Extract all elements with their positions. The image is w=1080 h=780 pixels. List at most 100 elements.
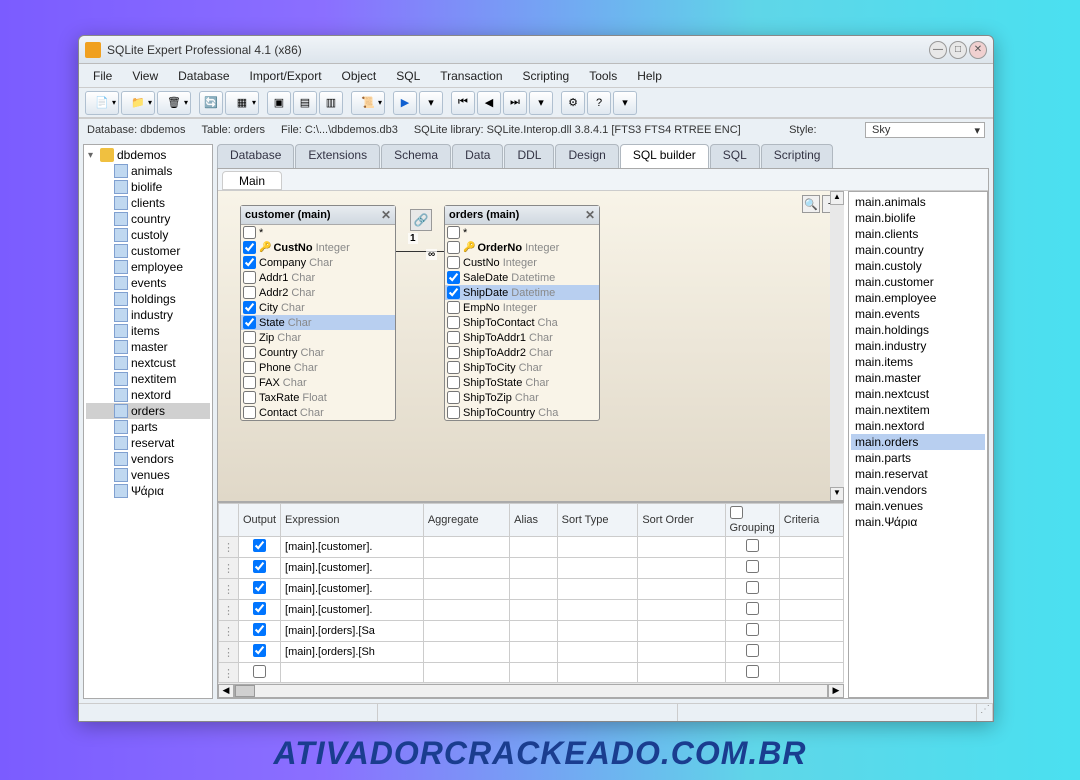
grid-row[interactable]: ⋮[main].[customer]. <box>219 537 844 558</box>
field-checkbox[interactable] <box>243 241 256 254</box>
horizontal-scrollbar[interactable]: ◀ ▶ <box>218 682 844 698</box>
zoom-button[interactable]: 🔍 <box>802 195 820 213</box>
criteria-cell[interactable] <box>779 537 843 558</box>
table-list-item[interactable]: main.clients <box>851 226 985 242</box>
row-handle[interactable]: ⋮ <box>219 600 239 621</box>
tree-item-nextcust[interactable]: nextcust <box>86 355 210 371</box>
tree-item-events[interactable]: events <box>86 275 210 291</box>
aggregate-cell[interactable] <box>423 621 509 642</box>
tree-panel[interactable]: ▾dbdemosanimalsbiolifeclientscountrycust… <box>83 144 213 699</box>
field-checkbox[interactable] <box>447 316 460 329</box>
scroll-up-icon[interactable]: ▲ <box>830 191 844 205</box>
table-box-orders[interactable]: orders (main) ✕ *🔑OrderNoIntegerCustNoIn… <box>444 205 600 421</box>
grouping-checkbox[interactable] <box>746 539 759 552</box>
field-row-*[interactable]: * <box>241 225 395 240</box>
menu-view[interactable]: View <box>122 66 168 86</box>
execute-button[interactable]: ▶ <box>393 91 417 115</box>
table-box-header[interactable]: orders (main) ✕ <box>445 206 599 225</box>
table-list-item[interactable]: main.parts <box>851 450 985 466</box>
grid-row[interactable]: ⋮ [main].[customer]. <box>219 579 844 600</box>
tree-item-master[interactable]: master <box>86 339 210 355</box>
table-list-item[interactable]: main.employee <box>851 290 985 306</box>
criteria-cell[interactable] <box>779 663 843 683</box>
criteria-cell[interactable] <box>779 621 843 642</box>
menu-tools[interactable]: Tools <box>579 66 627 86</box>
menu-importexport[interactable]: Import/Export <box>240 66 332 86</box>
tree-item-items[interactable]: items <box>86 323 210 339</box>
tree-item-reservat[interactable]: reservat <box>86 435 210 451</box>
menu-database[interactable]: Database <box>168 66 239 86</box>
tree-item-venues[interactable]: venues <box>86 467 210 483</box>
expr-cell[interactable] <box>281 663 424 683</box>
row-handle[interactable]: ⋮ <box>219 579 239 600</box>
output-checkbox[interactable] <box>253 644 266 657</box>
tree-item-employee[interactable]: employee <box>86 259 210 275</box>
grid-col-aggregate[interactable]: Aggregate <box>423 504 509 537</box>
tree-item-holdings[interactable]: holdings <box>86 291 210 307</box>
sortorder-cell[interactable] <box>638 600 725 621</box>
expr-cell[interactable]: [main].[customer]. <box>281 537 424 558</box>
prev-button[interactable]: ◀ <box>477 91 501 115</box>
diagram-scrollbar-v[interactable]: ▲ ▼ <box>830 191 844 501</box>
grid-row[interactable]: ⋮[main].[customer]. <box>219 600 844 621</box>
criteria-cell[interactable] <box>779 579 843 600</box>
next-drop-button[interactable]: ▾ <box>529 91 553 115</box>
help-button[interactable]: ? <box>587 91 611 115</box>
tree-item-nextord[interactable]: nextord <box>86 387 210 403</box>
sorttype-cell[interactable] <box>557 663 638 683</box>
tree-item-nextitem[interactable]: nextitem <box>86 371 210 387</box>
field-checkbox[interactable] <box>243 361 256 374</box>
field-checkbox[interactable] <box>243 226 256 239</box>
table-list-item[interactable]: main.events <box>851 306 985 322</box>
row-handle[interactable]: ⋮ <box>219 621 239 642</box>
sortorder-cell[interactable] <box>638 642 725 663</box>
menu-file[interactable]: File <box>83 66 122 86</box>
output-checkbox[interactable] <box>253 581 266 594</box>
menu-sql[interactable]: SQL <box>386 66 430 86</box>
alias-cell[interactable] <box>510 600 557 621</box>
scroll-right-icon[interactable]: ▶ <box>828 684 844 698</box>
table-list-item[interactable]: main.custoly <box>851 258 985 274</box>
menu-transaction[interactable]: Transaction <box>430 66 512 86</box>
tree-item-vendors[interactable]: vendors <box>86 451 210 467</box>
field-checkbox[interactable] <box>243 331 256 344</box>
grouping-header-checkbox[interactable] <box>730 506 743 519</box>
open-db-button[interactable]: 📁 <box>121 91 155 115</box>
field-row-CustNo[interactable]: 🔑CustNoInteger <box>241 240 395 255</box>
field-row-ShipToAddr2[interactable]: ShipToAddr2Char <box>445 345 599 360</box>
field-checkbox[interactable] <box>447 271 460 284</box>
grid-row[interactable]: ⋮[main].[customer]. <box>219 558 844 579</box>
field-row-ShipToState[interactable]: ShipToStateChar <box>445 375 599 390</box>
field-checkbox[interactable] <box>447 241 460 254</box>
sortorder-cell[interactable] <box>638 621 725 642</box>
field-row-CustNo[interactable]: CustNoInteger <box>445 255 599 270</box>
field-checkbox[interactable] <box>447 301 460 314</box>
grid-col-expression[interactable]: Expression <box>281 504 424 537</box>
field-checkbox[interactable] <box>447 346 460 359</box>
sortorder-cell[interactable] <box>638 663 725 683</box>
field-checkbox[interactable] <box>447 391 460 404</box>
expr-cell[interactable]: [main].[orders].[Sh <box>281 642 424 663</box>
close-icon[interactable]: ✕ <box>585 208 595 222</box>
table-list-item[interactable]: main.reservat <box>851 466 985 482</box>
new-db-button[interactable]: 📄 <box>85 91 119 115</box>
new-index-button[interactable]: ▥ <box>319 91 343 115</box>
field-checkbox[interactable] <box>447 286 460 299</box>
grid-row[interactable]: ⋮ [main].[orders].[Sa <box>219 621 844 642</box>
expr-cell[interactable]: [main].[orders].[Sa <box>281 621 424 642</box>
aggregate-cell[interactable] <box>423 558 509 579</box>
field-checkbox[interactable] <box>447 331 460 344</box>
alias-cell[interactable] <box>510 537 557 558</box>
table-list-item[interactable]: main.country <box>851 242 985 258</box>
table-list-item[interactable]: main.Ψάρια <box>851 514 985 530</box>
grouping-checkbox[interactable] <box>746 581 759 594</box>
alias-cell[interactable] <box>510 558 557 579</box>
table-list-item[interactable]: main.master <box>851 370 985 386</box>
grid-col-output[interactable]: Output <box>239 504 281 537</box>
maximize-button[interactable]: □ <box>949 41 967 59</box>
expr-cell[interactable]: [main].[customer]. <box>281 579 424 600</box>
new-table-button[interactable]: ▣ <box>267 91 291 115</box>
row-handle[interactable]: ⋮ <box>219 663 239 683</box>
field-row-ShipDate[interactable]: ShipDateDatetime <box>445 285 599 300</box>
field-row-Phone[interactable]: PhoneChar <box>241 360 395 375</box>
